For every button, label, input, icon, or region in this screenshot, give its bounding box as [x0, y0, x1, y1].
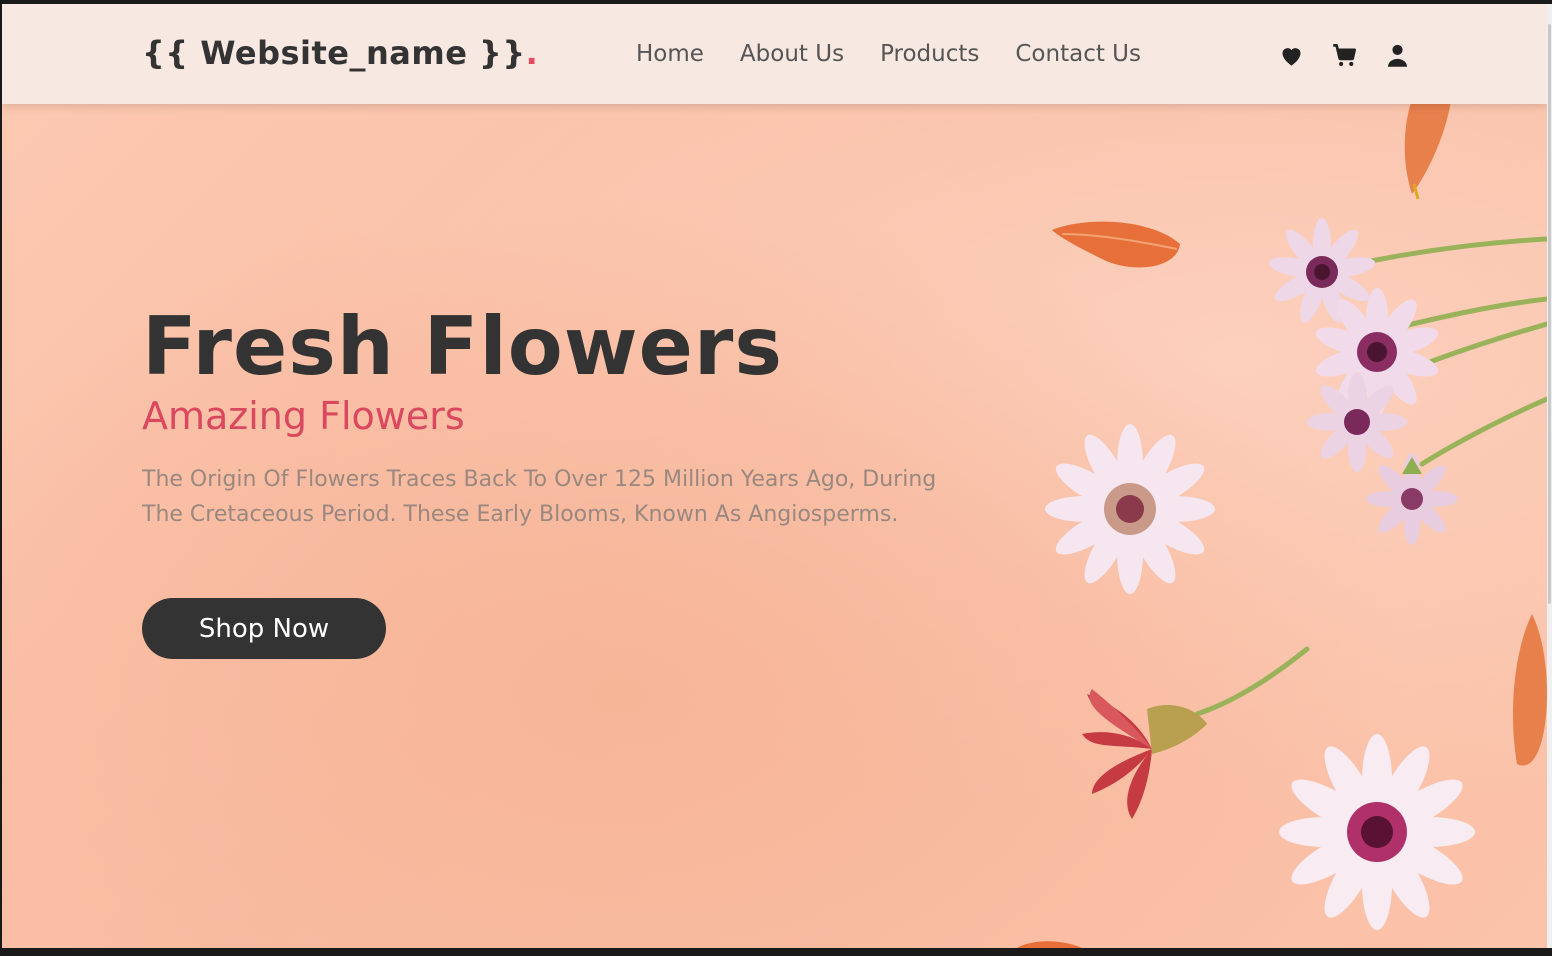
daisy-bottom: [1279, 734, 1475, 930]
nav-home[interactable]: Home: [636, 41, 704, 67]
nav-contact-us[interactable]: Contact Us: [1015, 41, 1141, 67]
hero-section: Fresh Flowers Amazing Flowers The Origin…: [2, 104, 1547, 948]
main-nav: Home About Us Products Contact Us: [636, 41, 1141, 67]
browser-viewport: {{ Website_name }}. Home About Us Produc…: [2, 4, 1547, 948]
user-icon[interactable]: [1384, 42, 1411, 69]
petal-bottom: [1017, 941, 1082, 948]
hero-subtitle: Amazing Flowers: [142, 394, 465, 438]
daisy-center: [1045, 424, 1215, 594]
hero-title: Fresh Flowers: [142, 300, 783, 393]
header-icons: [1278, 42, 1411, 69]
nav-products[interactable]: Products: [880, 41, 979, 67]
site-logo[interactable]: {{ Website_name }}.: [142, 34, 538, 72]
petal-left: [1052, 221, 1180, 268]
stems: [1194, 236, 1547, 717]
nav-about-us[interactable]: About Us: [740, 41, 844, 67]
logo-dot: .: [525, 34, 539, 72]
site-header: {{ Website_name }}. Home About Us Produc…: [2, 4, 1547, 104]
shop-now-button[interactable]: Shop Now: [142, 598, 386, 659]
logo-text: {{ Website_name }}: [142, 34, 526, 72]
petal-top: [1404, 104, 1451, 200]
heart-icon[interactable]: [1278, 42, 1305, 69]
petal-right: [1512, 614, 1547, 766]
daisy-cluster: [1268, 218, 1458, 545]
cart-icon[interactable]: [1331, 42, 1358, 69]
page-scrollbar[interactable]: [1547, 4, 1552, 948]
red-flower: [1082, 689, 1207, 819]
scrollbar-thumb[interactable]: [1548, 24, 1551, 604]
hero-description: The Origin Of Flowers Traces Back To Ove…: [142, 467, 937, 527]
